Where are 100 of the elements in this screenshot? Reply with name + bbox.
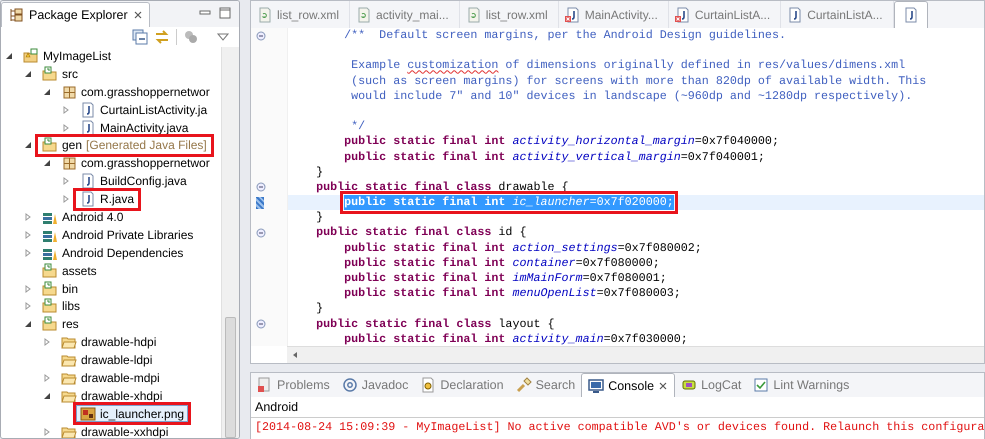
tree-item[interactable]: drawable-ldpi bbox=[57, 352, 156, 369]
collapsed-arrow-icon[interactable] bbox=[62, 106, 70, 114]
code-line: public static final int action_settings=0x7f080002; bbox=[344, 240, 702, 256]
scrollbar[interactable] bbox=[221, 47, 239, 438]
fold-icon[interactable] bbox=[256, 319, 266, 330]
tree-item[interactable]: MainActivity.java bbox=[76, 119, 192, 136]
collapse-all-icon[interactable] bbox=[132, 29, 148, 45]
collapsed-arrow-icon[interactable] bbox=[24, 212, 32, 221]
tree-item[interactable]: drawable-xxhdpi bbox=[57, 423, 172, 438]
tree-item[interactable]: ic_launcher.png bbox=[76, 405, 188, 422]
code-line: } bbox=[316, 164, 324, 180]
view-tab[interactable]: Search bbox=[510, 373, 582, 397]
expanded-arrow-icon[interactable] bbox=[24, 70, 32, 78]
package-icon bbox=[61, 84, 77, 100]
fold-icon[interactable] bbox=[256, 228, 266, 238]
collapsed-arrow-icon[interactable] bbox=[62, 124, 70, 132]
tree-item[interactable]: com.grasshoppernetwor bbox=[57, 154, 214, 172]
package-icon bbox=[61, 155, 77, 172]
tree-item[interactable]: assets bbox=[38, 262, 101, 280]
collapsed-arrow-icon[interactable] bbox=[24, 284, 32, 293]
collapsed-arrow-icon[interactable] bbox=[43, 374, 51, 382]
tree-item[interactable]: res bbox=[38, 316, 83, 333]
code-line: public static final int activity_vertical_margin=0x7f040001; bbox=[344, 150, 765, 165]
tree-item[interactable]: com.grasshoppernetwor bbox=[57, 83, 214, 100]
collapsed-arrow-icon[interactable] bbox=[62, 195, 70, 204]
tree-item[interactable]: src bbox=[38, 65, 82, 82]
view-tab[interactable]: Problems bbox=[251, 373, 336, 397]
expanded-arrow-icon[interactable] bbox=[43, 88, 51, 96]
view-menu-icon[interactable] bbox=[217, 33, 229, 41]
code-line: } bbox=[316, 210, 324, 226]
collapsed-arrow-icon[interactable] bbox=[24, 230, 32, 239]
collapsed-arrow-icon[interactable] bbox=[24, 302, 32, 310]
tree-item[interactable]: MyImageList bbox=[19, 47, 116, 64]
tree-item[interactable]: Android 4.0 bbox=[38, 208, 128, 226]
code-line: */ bbox=[351, 119, 366, 134]
java-file-icon bbox=[80, 102, 96, 118]
flashlight-icon bbox=[516, 377, 532, 393]
tree-item[interactable]: CurtainListActivity.ja bbox=[76, 101, 212, 118]
fold-icon[interactable] bbox=[256, 182, 266, 192]
code-line: } bbox=[316, 301, 324, 317]
image-file-icon bbox=[80, 406, 96, 422]
view-tab[interactable]: Lint Warnings bbox=[747, 373, 856, 397]
view-tab[interactable]: Javadoc bbox=[336, 373, 414, 397]
close-icon[interactable] bbox=[132, 10, 143, 20]
source-folder-icon bbox=[42, 280, 58, 297]
scrollbar[interactable] bbox=[287, 346, 984, 363]
java-file-icon bbox=[80, 173, 96, 190]
collapsed-arrow-icon[interactable] bbox=[62, 177, 70, 186]
close-icon[interactable] bbox=[658, 380, 668, 390]
expanded-arrow-icon[interactable] bbox=[5, 52, 13, 60]
java-file-icon bbox=[80, 120, 96, 136]
tree-item[interactable]: Android Private Libraries bbox=[38, 226, 198, 244]
collapsed-arrow-icon[interactable] bbox=[43, 338, 51, 346]
code-line: public static final class id { bbox=[316, 225, 526, 241]
code-line: /** Default screen margins, per the Android Design guidelines. bbox=[344, 28, 786, 44]
tree-item[interactable]: drawable-hdpi bbox=[57, 334, 160, 351]
expanded-arrow-icon[interactable] bbox=[24, 320, 32, 328]
at-sign-icon bbox=[342, 377, 358, 393]
code-line: public static final int activity_main=0x7f030000; bbox=[344, 332, 688, 346]
tree-item[interactable]: R.java bbox=[76, 190, 138, 208]
collapsed-arrow-icon[interactable] bbox=[43, 428, 51, 436]
code-line: would include 7" and 10" devices in landscape (~960dp and ~1280dp respectively). bbox=[351, 88, 912, 104]
tree-item[interactable]: drawable-xhdpi bbox=[57, 387, 166, 404]
focus-icon[interactable] bbox=[183, 29, 199, 45]
expanded-arrow-icon[interactable] bbox=[43, 392, 51, 400]
tree-item[interactable]: bin bbox=[38, 280, 82, 298]
editor-tab[interactable]: activity_mai... bbox=[350, 1, 460, 28]
code-line: public static final class layout { bbox=[316, 316, 555, 332]
checkbox-icon bbox=[753, 377, 770, 393]
code-line: public static final int container=0x7f080000; bbox=[344, 256, 660, 272]
editor-tab[interactable]: MainActivity... bbox=[558, 1, 669, 28]
view-tab[interactable]: LogCat bbox=[675, 373, 748, 397]
source-folder-icon bbox=[42, 262, 58, 279]
fold-icon[interactable] bbox=[256, 30, 266, 41]
expanded-arrow-icon[interactable] bbox=[43, 159, 51, 168]
code-line: public static final int menuOpenList=0x7f080003; bbox=[344, 286, 681, 302]
code-line: public static final int activity_horizontal_margin=0x7f040000; bbox=[344, 134, 779, 150]
code-line: Example customization of dimensions originally defined in res/values/dimens.xml bbox=[351, 58, 906, 74]
editor-tab[interactable]: CurtainListA... bbox=[781, 1, 894, 28]
expanded-arrow-icon[interactable] bbox=[24, 141, 32, 150]
view-tab[interactable]: Package Explorer bbox=[1, 2, 150, 27]
maximize-icon[interactable] bbox=[219, 7, 231, 19]
line-marker-icon bbox=[256, 196, 264, 209]
project-folder-icon bbox=[23, 48, 39, 64]
editor-tab[interactable]: list_row.xml bbox=[460, 1, 559, 28]
link-arrows-icon[interactable] bbox=[154, 29, 170, 45]
view-tab[interactable]: Console bbox=[581, 373, 676, 397]
collapsed-arrow-icon[interactable] bbox=[24, 248, 32, 257]
tree-item[interactable]: Android Dependencies bbox=[38, 244, 188, 262]
code-line: (such as screen margins) for screens with more than 820dp of available width. This bbox=[351, 74, 926, 89]
tree-item[interactable]: libs bbox=[38, 298, 84, 315]
editor-tab[interactable] bbox=[894, 1, 928, 28]
editor-tab[interactable]: CurtainListA... bbox=[668, 1, 782, 28]
scroll-left-icon[interactable] bbox=[291, 351, 299, 359]
declaration-icon bbox=[420, 377, 436, 393]
tree-item[interactable]: drawable-mdpi bbox=[57, 369, 164, 386]
view-tab[interactable]: Declaration bbox=[414, 373, 510, 397]
tree-item[interactable]: BuildConfig.java bbox=[76, 172, 191, 190]
tree-item[interactable]: gen [Generated Java Files] bbox=[38, 136, 211, 154]
console-name: Android bbox=[251, 397, 984, 418]
